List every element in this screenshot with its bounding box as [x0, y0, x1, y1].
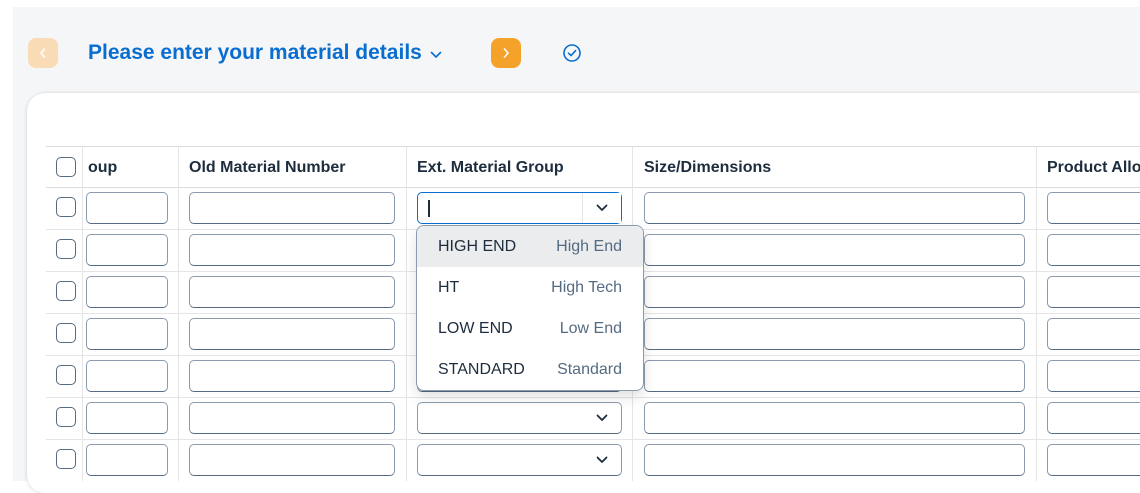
material-group-input[interactable] — [86, 234, 168, 266]
row-select-checkbox[interactable] — [56, 407, 76, 427]
check-circle-icon[interactable] — [561, 42, 583, 64]
row-select-checkbox[interactable] — [56, 197, 76, 217]
option-description: High End — [556, 237, 622, 255]
old-material-number-input[interactable] — [189, 234, 395, 266]
column-divider — [178, 146, 179, 481]
option-description: Low End — [559, 319, 622, 337]
old-material-number-input[interactable] — [189, 360, 395, 392]
size-dimensions-input[interactable] — [644, 234, 1025, 266]
size-dimensions-input[interactable] — [644, 318, 1025, 350]
option-key: STANDARD — [438, 360, 525, 378]
row-select-checkbox[interactable] — [56, 239, 76, 259]
dropdown-option[interactable]: LOW END Low End — [417, 308, 643, 349]
option-key: HIGH END — [438, 237, 517, 255]
page-title-text: Please enter your material details — [88, 41, 422, 64]
size-dimensions-input[interactable] — [644, 360, 1025, 392]
product-allocation-input[interactable] — [1047, 276, 1140, 308]
ext-material-group-select[interactable] — [417, 192, 622, 224]
chevron-down-icon — [596, 451, 608, 469]
column-divider — [406, 146, 407, 481]
chevron-down-icon — [596, 409, 608, 427]
column-header-ext-material-group[interactable]: Ext. Material Group — [417, 147, 637, 188]
old-material-number-input[interactable] — [189, 318, 395, 350]
material-group-input[interactable] — [86, 276, 168, 308]
column-header-size-dimensions[interactable]: Size/Dimensions — [644, 147, 1024, 188]
dropdown-toggle-button[interactable] — [583, 445, 621, 475]
next-step-button[interactable] — [491, 38, 521, 68]
old-material-number-input[interactable] — [189, 402, 395, 434]
product-allocation-input[interactable] — [1047, 234, 1140, 266]
dropdown-toggle-button[interactable] — [582, 193, 621, 223]
text-cursor — [428, 200, 430, 217]
product-allocation-input[interactable] — [1047, 402, 1140, 434]
option-description: High Tech — [551, 278, 622, 296]
material-group-input[interactable] — [86, 318, 168, 350]
option-key: HT — [438, 278, 460, 296]
column-header-product-allocation[interactable]: Product Allo — [1047, 147, 1140, 188]
product-allocation-input[interactable] — [1047, 318, 1140, 350]
row-select-checkbox[interactable] — [56, 365, 76, 385]
column-header-group[interactable]: oup — [88, 147, 168, 188]
column-divider — [82, 146, 83, 481]
table-header-row: oup Old Material Number Ext. Material Gr… — [46, 146, 1140, 188]
chevron-right-icon — [503, 48, 509, 58]
size-dimensions-input[interactable] — [644, 192, 1025, 224]
size-dimensions-input[interactable] — [644, 276, 1025, 308]
chevron-down-icon — [596, 199, 608, 217]
dropdown-toggle-button[interactable] — [583, 403, 621, 433]
dropdown-option[interactable]: HIGH END High End — [417, 226, 643, 267]
old-material-number-input[interactable] — [189, 192, 395, 224]
column-divider — [1036, 146, 1037, 481]
size-dimensions-input[interactable] — [644, 444, 1025, 476]
select-all-checkbox[interactable] — [56, 157, 76, 177]
row-select-checkbox[interactable] — [56, 281, 76, 301]
ext-material-group-select[interactable] — [417, 444, 622, 476]
old-material-number-input[interactable] — [189, 444, 395, 476]
dropdown-option[interactable]: HT High Tech — [417, 267, 643, 308]
option-key: LOW END — [438, 319, 513, 337]
size-dimensions-input[interactable] — [644, 402, 1025, 434]
material-group-input[interactable] — [86, 192, 168, 224]
page-title[interactable]: Please enter your material details — [88, 38, 442, 68]
option-description: Standard — [557, 360, 622, 378]
material-group-input[interactable] — [86, 402, 168, 434]
previous-step-button[interactable] — [28, 38, 58, 68]
chevron-down-icon — [430, 51, 442, 59]
material-group-input[interactable] — [86, 360, 168, 392]
material-group-input[interactable] — [86, 444, 168, 476]
column-header-old-material-number[interactable]: Old Material Number — [189, 147, 401, 188]
ext-material-group-dropdown: HIGH END High End HT High Tech LOW END Low En… — [416, 225, 644, 391]
row-select-checkbox[interactable] — [56, 449, 76, 469]
chevron-left-icon — [40, 48, 46, 58]
product-allocation-input[interactable] — [1047, 444, 1140, 476]
ext-material-group-select[interactable] — [417, 402, 622, 434]
old-material-number-input[interactable] — [189, 276, 395, 308]
table-row — [46, 188, 1140, 230]
table-row — [46, 440, 1140, 481]
row-select-checkbox[interactable] — [56, 323, 76, 343]
product-allocation-input[interactable] — [1047, 192, 1140, 224]
product-allocation-input[interactable] — [1047, 360, 1140, 392]
table-row — [46, 398, 1140, 440]
dropdown-option[interactable]: STANDARD Standard — [417, 349, 643, 390]
